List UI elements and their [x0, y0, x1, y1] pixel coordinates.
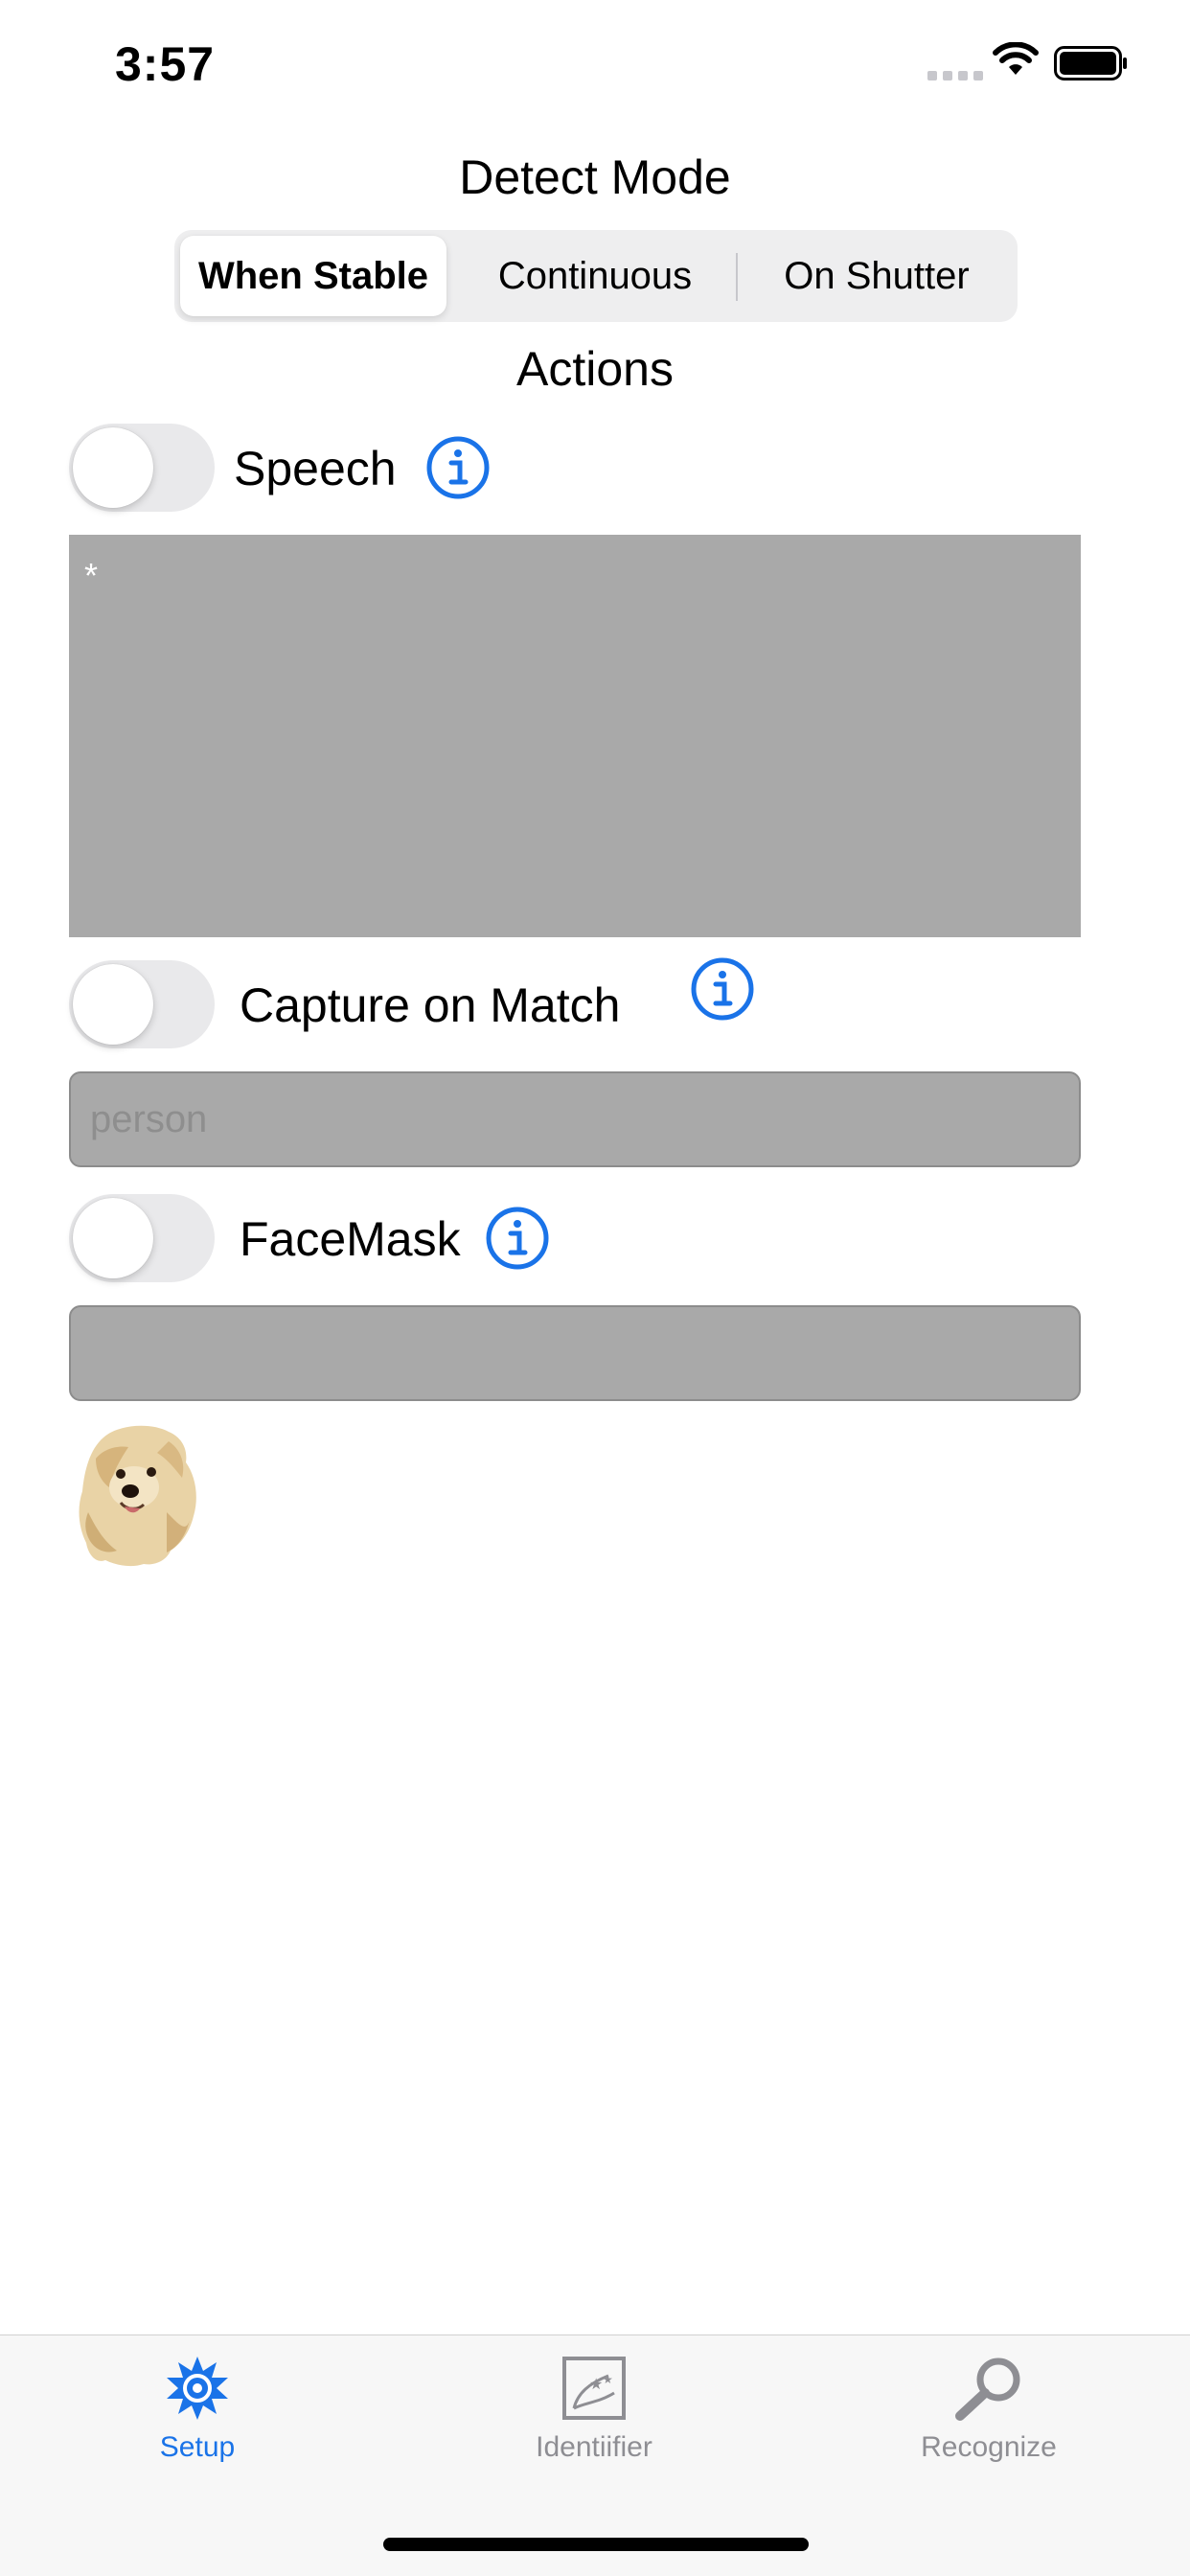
facemask-dog-image[interactable]: [75, 1420, 203, 1570]
magnifier-icon: [955, 2358, 1020, 2421]
actions-title: Actions: [516, 342, 674, 396]
wifi-icon: [993, 42, 1039, 75]
toggle-knob: [73, 1198, 153, 1278]
facemask-toggle[interactable]: [69, 1194, 215, 1282]
speech-label: Speech: [234, 442, 397, 495]
capture-info-icon[interactable]: [690, 956, 755, 1022]
tab-recognize-label: Recognize: [921, 2431, 1057, 2463]
identifier-icon: ★ ★: [562, 2357, 626, 2420]
segment-continuous[interactable]: Continuous: [458, 236, 732, 316]
facemask-info-icon[interactable]: [485, 1206, 550, 1271]
home-indicator[interactable]: [383, 2538, 809, 2551]
status-time: 3:57: [115, 37, 216, 91]
speech-toggle[interactable]: [69, 424, 215, 512]
battery-icon: [1054, 46, 1127, 80]
tab-identifier-label: Identiifier: [536, 2431, 652, 2463]
facemask-label: FaceMask: [240, 1212, 461, 1266]
capture-match-placeholder: person: [90, 1098, 208, 1140]
setup-screen: 3:57 Detect Mode When Stable Continuous …: [0, 0, 1190, 2576]
gear-icon: [167, 2357, 228, 2420]
svg-text:★: ★: [603, 2373, 613, 2386]
segment-when-stable[interactable]: When Stable: [180, 236, 446, 316]
toggle-knob: [73, 427, 153, 508]
tab-recognize[interactable]: Recognize: [845, 2355, 1133, 2464]
facemask-field[interactable]: [69, 1305, 1081, 1401]
detect-mode-title: Detect Mode: [459, 150, 731, 204]
tab-identifier[interactable]: ★ ★ Identiifier: [450, 2355, 738, 2464]
svg-text:★: ★: [589, 2375, 603, 2393]
segment-divider: [736, 253, 738, 301]
capture-label: Capture on Match: [240, 978, 621, 1032]
detect-mode-segmented-control[interactable]: When Stable Continuous On Shutter: [174, 230, 1018, 322]
capture-toggle[interactable]: [69, 960, 215, 1048]
cellular-signal-icon: [927, 71, 983, 80]
speech-info-icon[interactable]: [425, 435, 491, 500]
speech-text: *: [84, 556, 99, 595]
capture-match-field[interactable]: person: [69, 1071, 1081, 1167]
tab-setup-label: Setup: [159, 2431, 236, 2463]
tab-setup[interactable]: Setup: [54, 2355, 341, 2464]
speech-text-view[interactable]: *: [69, 535, 1081, 937]
segment-on-shutter[interactable]: On Shutter: [742, 236, 1012, 316]
toggle-knob: [73, 964, 153, 1045]
